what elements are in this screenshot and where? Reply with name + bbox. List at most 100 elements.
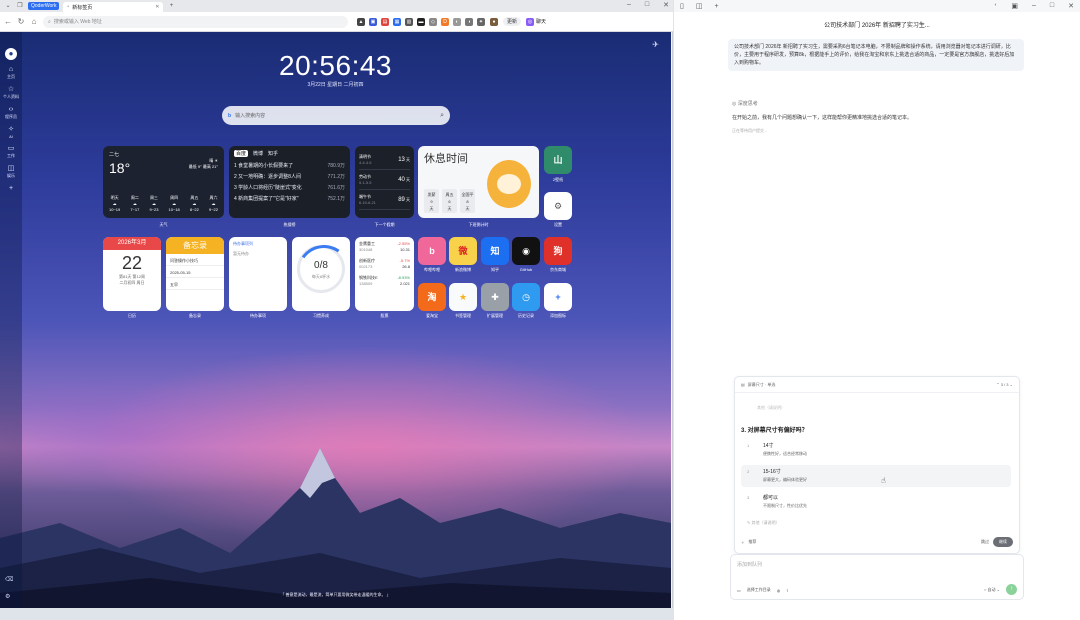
chevron-up-icon[interactable]: ⌃ [996, 382, 999, 387]
list-item[interactable]: 4 新商集团提案了"它是"好家" 752.1万 [234, 194, 345, 205]
option-1[interactable]: 1 14寸 便携性好，适合经常移动 [741, 439, 1011, 461]
tab-weibo[interactable]: 微博 [253, 150, 263, 157]
recommend-button[interactable]: 推荐 [748, 539, 756, 545]
list-item[interactable]: 2 又一地明确：逐步调整8人间 771.2万 [234, 172, 345, 183]
list-item: 端午节 6.19-6.21 89 天 [359, 190, 410, 210]
weather-widget[interactable]: 二七 18° 晴 ☀ 最低 9° 最高 21° 明天 ☁ 10~19 周二 ☁ 7~17 … [103, 146, 224, 218]
update-button[interactable]: 更新 [503, 17, 522, 26]
extension-icon[interactable]: ✦ [477, 17, 485, 26]
pin-icon[interactable]: ✈ [652, 40, 659, 49]
sidebar-item-ai[interactable]: ✧ AI [0, 126, 22, 139]
option-3[interactable]: 3 都可以 不限制尺寸，性价比优先 [741, 491, 1011, 513]
mode-select[interactable]: ○ 自动 ⌄ [984, 587, 1000, 593]
continue-button[interactable]: 继续 [993, 537, 1013, 547]
calendar-head: 2026年3月 [103, 237, 161, 250]
extension-manager-icon[interactable]: ✚ [481, 283, 509, 311]
stock-item: 钢铁科技E -8.93% 138509 2.021 [359, 275, 410, 286]
new-chat-icon[interactable]: + [714, 3, 718, 10]
todo-widget[interactable]: 待办事项列 暂无待办 [229, 237, 287, 311]
weibo-icon[interactable]: 微 [449, 237, 477, 265]
extension-icon[interactable]: D [441, 17, 449, 26]
tab-baidu[interactable]: 百度 [234, 150, 249, 157]
extension-icon[interactable]: ◑ [465, 17, 473, 26]
panel-icon[interactable]: ◫ [696, 2, 703, 10]
list-item[interactable]: 3 学龄人口将经历"陡崖式"变化 761.6万 [234, 183, 345, 194]
baidu-icon: b [228, 112, 232, 119]
workspaces-icon[interactable]: ❐ [16, 2, 24, 10]
extension-icon[interactable]: ▣ [369, 17, 377, 26]
skip-button[interactable]: 跳过 [981, 539, 989, 545]
wallpaper-app-icon[interactable]: 山 [544, 146, 572, 174]
extension-icon[interactable]: ▲ [357, 17, 365, 26]
bilibili-icon[interactable]: b [418, 237, 446, 265]
sidebar-item-fun[interactable]: ◫ 娱乐 [0, 165, 22, 179]
extension-icon[interactable]: ▤ [381, 17, 389, 26]
close-icon[interactable]: ✕ [155, 4, 159, 10]
extension-icon[interactable]: ▦ [393, 17, 401, 26]
stock-widget[interactable]: 金鹰重工 -2.55% 301048 10.31 创新医疗 -5.7% 002173 26.… [355, 237, 414, 311]
back-icon[interactable]: ← [4, 17, 12, 26]
taobao-icon[interactable]: 淘 [418, 283, 446, 311]
globe-icon[interactable]: ◍ [777, 588, 781, 593]
search-icon[interactable]: ⌕ [440, 112, 444, 120]
tab-zhihu[interactable]: 知乎 [268, 150, 278, 157]
tab-newtab[interactable]: ▫ 新标签页 ✕ [63, 2, 164, 12]
zhihu-icon[interactable]: 知 [481, 237, 509, 265]
trash-icon[interactable]: ⌫ [5, 576, 13, 583]
minimize-icon[interactable]: – [627, 1, 631, 9]
chevron-down-icon[interactable]: ⌄ [1010, 382, 1013, 387]
calendar-widget[interactable]: 2026年3月 22 第81天 第12周 二月初四 周日 [103, 237, 161, 311]
new-tab-icon[interactable]: + [167, 2, 175, 10]
close-window-icon[interactable]: ✕ [663, 1, 669, 9]
memo-widget[interactable]: 备忘录 问答操作小技巧 2025-05-15 五早 [166, 237, 224, 311]
stock-item: 金鹰重工 -2.55% 301048 10.31 [359, 241, 410, 252]
settings-app-icon[interactable]: ⚙ [544, 192, 572, 220]
home-icon[interactable]: ⌂ [30, 17, 38, 26]
menu-chevron-icon[interactable]: ⌄ [4, 2, 12, 10]
close-window-icon[interactable]: ✕ [1068, 2, 1074, 10]
github-icon[interactable]: ◉ [512, 237, 540, 265]
sidebar-item-profile[interactable]: ☆ 个人资料 [0, 86, 22, 100]
app-badge: ◐ [994, 2, 998, 8]
widget-label: 待办事项 [250, 313, 266, 318]
sidebar-item-work[interactable]: ▭ 工作 [0, 145, 22, 159]
sidebar-add[interactable]: + [0, 185, 22, 193]
list-item[interactable]: 1 食堂暑期的小长假要来了 780.9万 [234, 161, 345, 172]
send-button[interactable]: ↑ [1006, 584, 1017, 595]
sparkle-icon: ✧ [8, 126, 14, 133]
history-icon[interactable]: ◷ [512, 283, 540, 311]
chevron-down-icon: ⌄ [996, 586, 1000, 592]
thinking-label[interactable]: ◎ 深度思考 [732, 100, 758, 107]
extension-icon[interactable]: ▬ [417, 17, 425, 26]
question-panel: ▤ 屏幕尺寸 · 单选 ⌃ 3 / 3 ⌄ 其他（请说明） 3. 对屏幕尺寸有偏… [734, 376, 1020, 554]
avatar[interactable]: ● [490, 17, 498, 26]
jd-icon[interactable]: 狗 [544, 237, 572, 265]
brand-pill[interactable]: QoderWork [28, 2, 60, 10]
add-icon[interactable]: + [544, 283, 572, 311]
chat-button[interactable]: ◎ 聊天 [526, 17, 546, 26]
search-input[interactable]: b 输入搜索内容 ⌕ [222, 106, 450, 125]
extension-icon[interactable]: ▥ [405, 17, 413, 26]
minimize-icon[interactable]: – [1032, 2, 1036, 10]
sidebar-toggle-icon[interactable]: ▯ [680, 2, 684, 10]
address-input[interactable]: ⌕ 搜索或输入 Web 地址 ☆⌘ [43, 12, 1080, 620]
attach-icon[interactable]: ⌇ [786, 588, 788, 593]
maximize-icon[interactable]: □ [1050, 2, 1054, 10]
extension-icon[interactable]: ◇ [429, 17, 437, 26]
plus-icon: + [8, 185, 14, 192]
chat-input[interactable]: 添加到队列 ▭ 选择工作目录 ◍ ⌇ ○ 自动 ⌄ ↑ [730, 554, 1024, 600]
rest-widget[interactable]: 休息时间 发薪 9 天 周五 6 天 全国平 8 天 [418, 146, 539, 218]
habit-widget[interactable]: 0/8 每天8杯水 [292, 237, 350, 311]
bookmark-icon[interactable]: ★ [449, 283, 477, 311]
maximize-icon[interactable]: □ [645, 1, 649, 9]
weather-cond: 晴 [209, 158, 214, 163]
holiday-widget[interactable]: 清明节 4.4-4.6 13 天 劳动节 5.1-5.5 40 天 端午节 6.19-6.… [355, 146, 414, 218]
refresh-icon[interactable]: ↻ [17, 17, 25, 26]
sidebar-item-dev[interactable]: ‹› 程序员 [0, 106, 22, 120]
option-2[interactable]: 2 15-16寸 屏幕更大，编码体验更好 [741, 465, 1011, 487]
workdir-button[interactable]: 选择工作目录 [747, 587, 771, 593]
extension-icon[interactable]: ◐ [453, 17, 461, 26]
window-icon[interactable]: ▣ [1011, 2, 1018, 10]
hot-list-widget[interactable]: 百度 微博 知乎 1 食堂暑期的小长假要来了 780.9万 2 又一地明确：逐步调… [229, 146, 350, 218]
other-option[interactable]: ✎ 其他（请说明） [747, 520, 779, 526]
